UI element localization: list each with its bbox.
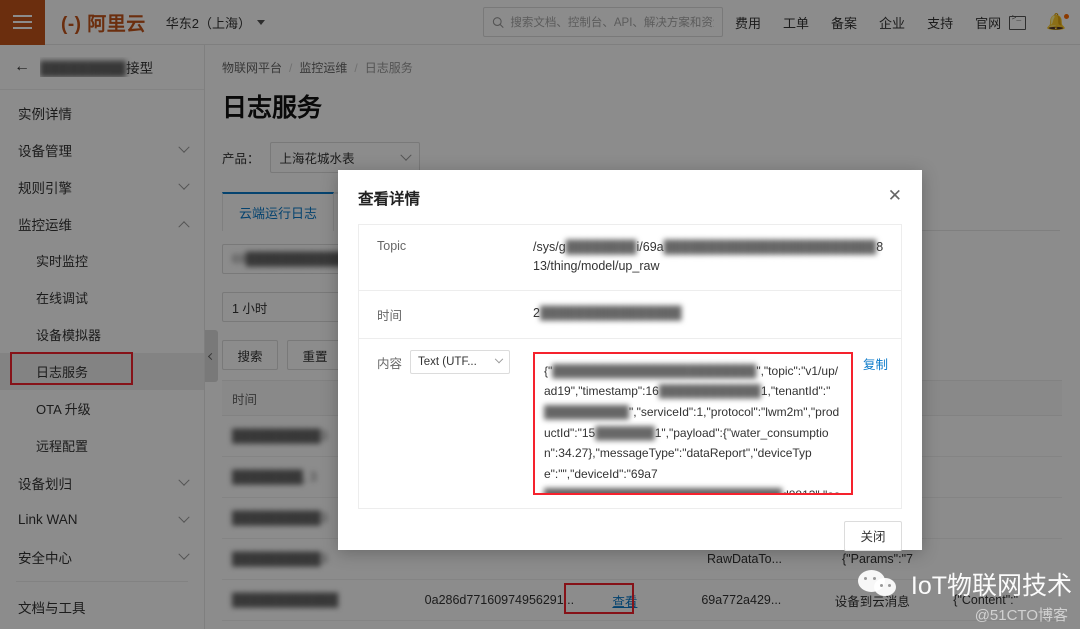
time-value: 2████████████████ — [519, 291, 901, 338]
json-redacted-4: ███████ — [595, 425, 655, 440]
json-seg-1: {" — [544, 363, 553, 378]
json-payload-box[interactable]: {"████████████████████████","topic":"v1/… — [533, 351, 853, 495]
topic-value: /sys/g████████i/69a█████████████████████… — [519, 225, 901, 290]
modal-title: 查看详情 — [358, 191, 421, 208]
topic-redacted-2: ████████████████████████ — [663, 240, 877, 254]
modal-row-content: 内容 Text (UTF... {"██████████████████████… — [358, 337, 902, 509]
modal-row-topic: Topic /sys/g████████i/69a███████████████… — [358, 224, 902, 290]
content-label: 内容 — [377, 356, 403, 371]
view-detail-modal: 查看详情 ✕ Topic /sys/g████████i/69a████████… — [338, 170, 922, 551]
time-label: 时间 — [377, 308, 403, 323]
content-label-cell: 内容 Text (UTF... — [359, 339, 519, 508]
topic-label: Topic — [377, 239, 407, 253]
json-redacted-3: ██████████ — [544, 405, 630, 419]
topic-redacted-1: ████████ — [565, 240, 637, 254]
close-icon[interactable]: ✕ — [888, 187, 902, 204]
modal-row-time: 时间 2████████████████ — [358, 289, 902, 338]
modal-header: 查看详情 ✕ — [338, 170, 922, 219]
encoding-select-value: Text (UTF... — [418, 355, 477, 368]
json-seg-3: 1,"tenantId":" — [760, 384, 831, 399]
topic-part-1: /sys/g — [533, 240, 566, 254]
json-redacted-5: ████████████████████████████ — [544, 487, 783, 495]
content-value-cell: {"████████████████████████","topic":"v1/… — [519, 339, 901, 508]
chevron-down-icon — [494, 354, 504, 364]
json-content-wrap: {"████████████████████████","topic":"v1/… — [533, 351, 888, 495]
time-redacted: ████████████████ — [539, 305, 682, 320]
json-redacted-1: ████████████████████████ — [552, 363, 757, 378]
copy-link[interactable]: 复制 — [863, 352, 888, 375]
modal-body: Topic /sys/g████████i/69a███████████████… — [338, 219, 922, 509]
app-root: (-) 阿里云 华东2（上海） 搜索文档、控制台、API、解决方案和资源 费用 … — [0, 0, 1080, 629]
close-button[interactable]: 关闭 — [844, 520, 902, 551]
topic-part-2: i/69a — [636, 240, 664, 254]
json-redacted-2: ████████████ — [658, 384, 761, 399]
modal-footer: 关闭 — [338, 509, 922, 567]
encoding-select[interactable]: Text (UTF... — [410, 349, 511, 374]
time-prefix: 2 — [533, 305, 540, 320]
